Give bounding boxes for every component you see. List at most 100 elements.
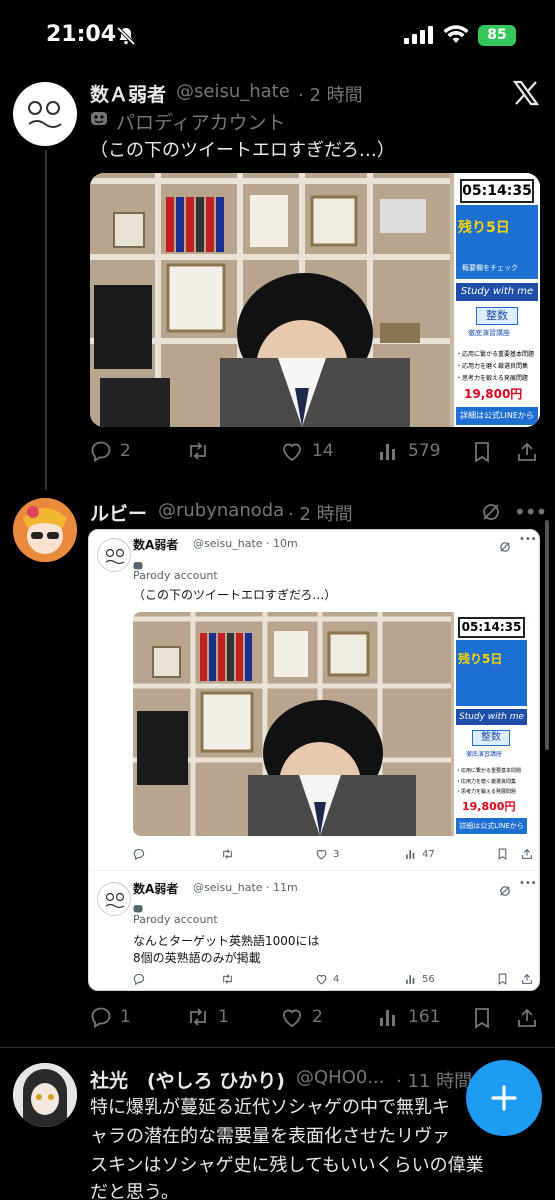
quoted-text-line: 8個の英熟語のみが掲載 xyxy=(133,951,261,965)
quoted-screenshot[interactable]: 数A弱者 @seisu_hate · 10m ••• Parody accoun… xyxy=(88,529,540,991)
more-icon: ••• xyxy=(519,878,537,889)
course-bullet: ・応用に繋がる重要基本問題 xyxy=(456,768,522,774)
views-count: 56 xyxy=(422,973,435,985)
share-icon[interactable] xyxy=(516,441,538,467)
more-icon[interactable]: ••• xyxy=(514,500,547,524)
course-title: 整数 xyxy=(472,730,510,746)
parody-mask-icon xyxy=(90,110,108,132)
views-icon xyxy=(406,975,415,984)
tweet-text-line: だと思う。 xyxy=(90,1182,179,1200)
views-count: 161 xyxy=(408,1007,441,1027)
author-name[interactable]: 数Ａ弱者 xyxy=(90,80,166,107)
course-price: 19,800円 xyxy=(464,387,523,401)
tweet-time: · 11 時間 xyxy=(396,1071,473,1092)
heart-icon xyxy=(283,443,301,462)
reply-button[interactable]: 2 xyxy=(90,440,131,462)
retweet-icon xyxy=(190,1008,206,1026)
bookmark-icon xyxy=(497,973,508,985)
ad-panel: 05:14:35 残り5日 Study with me 整数 徹底演習講座 ・応… xyxy=(454,612,529,836)
scrollbar[interactable] xyxy=(545,520,549,750)
quoted-author-handle: @seisu_hate · 10m xyxy=(193,537,298,550)
quoted-author-name: 数A弱者 xyxy=(133,882,179,896)
grok-icon[interactable] xyxy=(481,502,501,526)
course-title: 整数 xyxy=(476,307,518,325)
reply-count: 1 xyxy=(120,1007,131,1027)
avatar[interactable] xyxy=(13,1063,77,1127)
like-button[interactable]: 14 xyxy=(280,440,334,462)
views-button[interactable]: 579 xyxy=(378,440,440,462)
share-icon xyxy=(521,973,533,985)
retweet-count: 1 xyxy=(218,1007,229,1027)
share-icon xyxy=(521,848,533,860)
ad-footer: 詳細は公式LINEから xyxy=(456,818,527,834)
like-count: 14 xyxy=(312,441,334,461)
tweet-image[interactable]: 05:14:35 残り5日 概要欄をチェック Study with me 整数 … xyxy=(90,173,540,427)
views-stat: 56 xyxy=(405,973,435,985)
signal-icon xyxy=(404,26,434,48)
like-button[interactable]: 2 xyxy=(280,1006,323,1028)
author-handle[interactable]: @seisu_hate xyxy=(176,81,290,102)
compose-button[interactable] xyxy=(466,1060,542,1136)
like-count: 2 xyxy=(312,1007,323,1027)
grok-icon xyxy=(499,538,511,557)
quoted-author-name: 数A弱者 xyxy=(133,538,179,552)
author-name[interactable]: 社光 (やしろ ひかり) xyxy=(90,1066,285,1093)
share-icon[interactable] xyxy=(516,1007,538,1033)
course-bullet: ・思考力を鍛える発展問題 xyxy=(456,375,528,382)
retweet-icon xyxy=(221,848,234,860)
timer: 05:14:35 xyxy=(458,617,525,638)
grok-icon xyxy=(499,882,511,901)
parody-badge: パロディアカウント xyxy=(116,112,286,134)
bookmark-icon[interactable] xyxy=(472,441,492,467)
bookmark-icon[interactable] xyxy=(472,1007,492,1033)
ad-banner: 残り5日 xyxy=(458,652,503,666)
ad-check: 概要欄をチェック xyxy=(462,264,518,272)
avatar[interactable] xyxy=(13,82,77,146)
course-sub: 徹底演習講座 xyxy=(468,329,510,337)
course-price: 19,800円 xyxy=(462,800,516,813)
avatar[interactable] xyxy=(13,498,77,562)
retweet-button[interactable] xyxy=(186,440,218,462)
plus-icon xyxy=(491,1085,517,1111)
parody-badge: Parody account xyxy=(133,913,218,926)
tweet-text-line: 特に爆乳が蔓延る近代ソシャゲの中で無乳キ xyxy=(90,1097,450,1118)
course-bullet: ・応用力を磨く厳選良問集 xyxy=(456,363,529,370)
reply-icon xyxy=(91,1007,111,1028)
reply-button[interactable]: 1 xyxy=(90,1006,131,1028)
views-icon xyxy=(406,850,415,859)
ad-banner: 残り5日 xyxy=(458,220,510,236)
tweet-text: （この下のツイートエロすぎだろ…） xyxy=(90,140,395,161)
views-button[interactable]: 161 xyxy=(378,1006,440,1028)
course-sub: 徹底演習講座 xyxy=(466,751,503,758)
author-handle[interactable]: @rubynanoda xyxy=(158,500,284,521)
bell-slash-icon xyxy=(116,26,136,50)
views-count: 579 xyxy=(408,441,441,461)
thread-line xyxy=(45,150,47,490)
course-bullet: ・応用に繋がる重要基本問題 xyxy=(456,351,535,358)
quoted-text: （この下のツイートエロすぎだろ…） xyxy=(133,588,337,602)
ad-footer: 詳細は公式LINEから xyxy=(456,407,538,425)
author-name[interactable]: ルビー xyxy=(90,499,147,526)
views-stat: 47 xyxy=(405,848,435,860)
x-logo-icon[interactable] xyxy=(512,80,540,110)
heart-icon xyxy=(316,974,327,985)
heart-icon xyxy=(316,849,327,860)
like-stat: 4 xyxy=(315,973,339,985)
status-time: 21:04 xyxy=(46,22,117,47)
like-count: 3 xyxy=(333,848,340,860)
views-count: 47 xyxy=(422,848,435,860)
reply-count: 2 xyxy=(120,441,131,461)
reply-icon xyxy=(133,848,145,860)
course-bullet: ・応用力を磨く厳選良問集 xyxy=(456,779,517,785)
author-handle[interactable]: @QHO0... xyxy=(296,1067,385,1088)
parody-badge: Parody account xyxy=(133,569,218,582)
like-count: 4 xyxy=(333,973,340,985)
avatar xyxy=(97,538,131,572)
reply-icon xyxy=(133,973,145,985)
tweet-text-line: スキンはソシャゲ史に残してもいいくらいの偉業 xyxy=(90,1155,484,1176)
more-icon: ••• xyxy=(519,534,537,545)
views-icon xyxy=(380,1010,395,1026)
ad-panel: 05:14:35 残り5日 概要欄をチェック Study with me 整数 … xyxy=(454,173,540,427)
timer: 05:14:35 xyxy=(460,179,534,203)
retweet-button[interactable]: 1 xyxy=(186,1006,229,1028)
